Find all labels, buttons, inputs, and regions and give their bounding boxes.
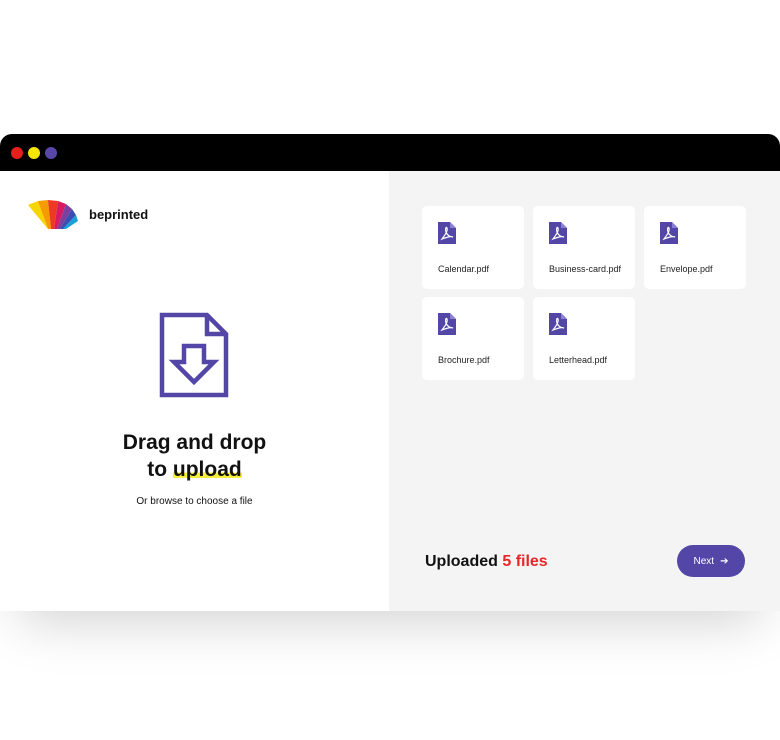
dropzone-title-line1: Drag and drop: [122, 431, 267, 454]
pdf-icon: [660, 222, 678, 244]
upload-count: 5 files: [502, 553, 548, 570]
next-button[interactable]: Next ➔: [677, 545, 745, 577]
file-name: Business-card.pdf: [549, 264, 622, 274]
upload-status-prefix: Uploaded: [425, 553, 503, 570]
dropzone-title-line2: to upload: [0, 456, 389, 483]
file-card-letterhead[interactable]: Letterhead.pdf: [533, 297, 635, 380]
app-window: beprinted Drag and drop to upload Or bro…: [0, 134, 780, 611]
file-name: Letterhead.pdf: [549, 355, 608, 365]
dropzone-title-to: to: [147, 458, 173, 481]
window-close-dot[interactable]: [11, 147, 23, 159]
upload-status: Uploaded 5 files: [425, 553, 548, 571]
arrow-right-icon: ➔: [720, 555, 729, 567]
window-titlebar: [0, 134, 780, 171]
window-minimize-dot[interactable]: [28, 147, 40, 159]
pdf-icon: [549, 313, 567, 335]
beprinted-logo-icon: [28, 200, 78, 229]
dropzone-title: Drag and drop to upload: [0, 429, 389, 483]
dropzone-title-highlight: upload: [172, 458, 242, 481]
next-button-label: Next: [693, 555, 715, 567]
files-panel: Calendar.pdf Business-card.pdf Envelope.…: [389, 171, 780, 611]
file-name: Envelope.pdf: [660, 264, 713, 274]
file-name: Brochure.pdf: [438, 355, 490, 365]
brand-name: beprinted: [89, 207, 149, 222]
file-card-calendar[interactable]: Calendar.pdf: [422, 206, 524, 289]
file-name: Calendar.pdf: [438, 264, 490, 274]
window-maximize-dot[interactable]: [45, 147, 57, 159]
upload-panel[interactable]: beprinted Drag and drop to upload Or bro…: [0, 171, 389, 611]
browse-link[interactable]: Or browse to choose a file: [0, 496, 389, 507]
file-upload-icon: [159, 312, 229, 398]
file-card-business-card[interactable]: Business-card.pdf: [533, 206, 635, 289]
file-card-brochure[interactable]: Brochure.pdf: [422, 297, 524, 380]
file-card-envelope[interactable]: Envelope.pdf: [644, 206, 746, 289]
pdf-icon: [438, 222, 456, 244]
pdf-icon: [438, 313, 456, 335]
pdf-icon: [549, 222, 567, 244]
